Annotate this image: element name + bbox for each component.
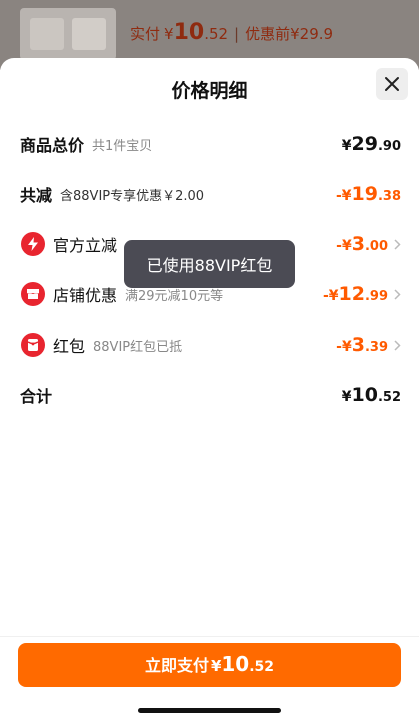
sum-amount: ¥ 10 .52 (342, 384, 401, 406)
total-discount-amount: - ¥ 19 .38 (336, 183, 401, 205)
amount-int: 29 (351, 133, 378, 155)
product-thumbnail (20, 8, 116, 60)
background-before-amount: ¥29.9 (290, 25, 334, 43)
row-goods-total: 商品总价 共1件宝贝 ¥ 29 .90 (0, 124, 419, 164)
amount-int: 10 (221, 652, 250, 676)
amount-int: 19 (351, 183, 378, 205)
amount-dec: .90 (377, 139, 401, 154)
amount-dec: .52 (377, 390, 401, 405)
official-discount-amount: - ¥ 3 .00 (336, 233, 401, 255)
currency-symbol: ¥ (341, 188, 352, 204)
currency-symbol: ¥ (341, 339, 352, 355)
amount-int: 3 (351, 233, 365, 255)
amount-int: 10 (351, 384, 378, 406)
home-indicator (138, 708, 281, 713)
close-button[interactable] (376, 68, 408, 100)
chevron-right-icon (394, 340, 401, 351)
red-packet-amount: - ¥ 3 .39 (336, 334, 401, 356)
currency-symbol: ¥ (341, 238, 352, 254)
store-discount-amount: - ¥ 12 .99 (323, 283, 401, 305)
official-discount-label: 官方立减 (53, 236, 118, 255)
amount-dec: .00 (364, 239, 388, 254)
toast-message: 已使用88VIP红包 (124, 240, 295, 288)
background-currency: ¥ (164, 25, 174, 43)
currency-symbol: ¥ (210, 657, 222, 675)
red-packet-note: 88VIP红包已抵 (93, 339, 183, 355)
amount-dec: .39 (364, 340, 388, 355)
chevron-right-icon (394, 239, 401, 250)
pay-now-button[interactable]: 立即支付 ¥ 10 .52 (18, 643, 401, 687)
store-discount-label: 店铺优惠 (53, 286, 118, 305)
background-pay-dec: .52 (204, 25, 229, 43)
sum-label: 合计 (20, 387, 53, 406)
amount-int: 3 (351, 334, 365, 356)
amount-int: 12 (338, 283, 365, 305)
total-discount-note: 含88VIP专享优惠￥2.00 (60, 188, 205, 204)
currency-symbol: ¥ (341, 389, 352, 405)
store-icon (21, 282, 45, 306)
amount-dec: .38 (377, 189, 401, 204)
pay-now-label: 立即支付 (144, 656, 209, 675)
amount-dec: .99 (364, 289, 388, 304)
red-packet-label: 红包 (53, 337, 86, 356)
sheet-title: 价格明细 (171, 80, 248, 102)
lightning-icon (21, 232, 45, 256)
goods-total-count: 共1件宝贝 (92, 138, 153, 154)
currency-symbol: ¥ (328, 288, 339, 304)
total-discount-label: 共减 (20, 186, 53, 205)
close-icon (385, 77, 399, 91)
row-red-packet[interactable]: 红包 88VIP红包已抵 - ¥ 3 .39 (0, 325, 419, 365)
goods-total-label: 商品总价 (20, 136, 85, 155)
background-before-label: 优惠前 (245, 25, 291, 43)
background-price: 实付 ¥ 10 .52 | 优惠前 ¥29.9 (130, 20, 333, 45)
currency-symbol: ¥ (341, 138, 352, 154)
background-separator: | (234, 25, 240, 43)
background-pay-label: 实付 (130, 25, 161, 43)
red-packet-icon (21, 333, 45, 357)
row-total-discount: 共减 含88VIP专享优惠￥2.00 - ¥ 19 .38 (0, 174, 419, 214)
chevron-right-icon (394, 289, 401, 300)
amount-dec: .52 (249, 659, 275, 675)
goods-total-amount: ¥ 29 .90 (342, 133, 401, 155)
row-sum: 合计 ¥ 10 .52 (0, 375, 419, 415)
background-pay-int: 10 (173, 20, 205, 45)
